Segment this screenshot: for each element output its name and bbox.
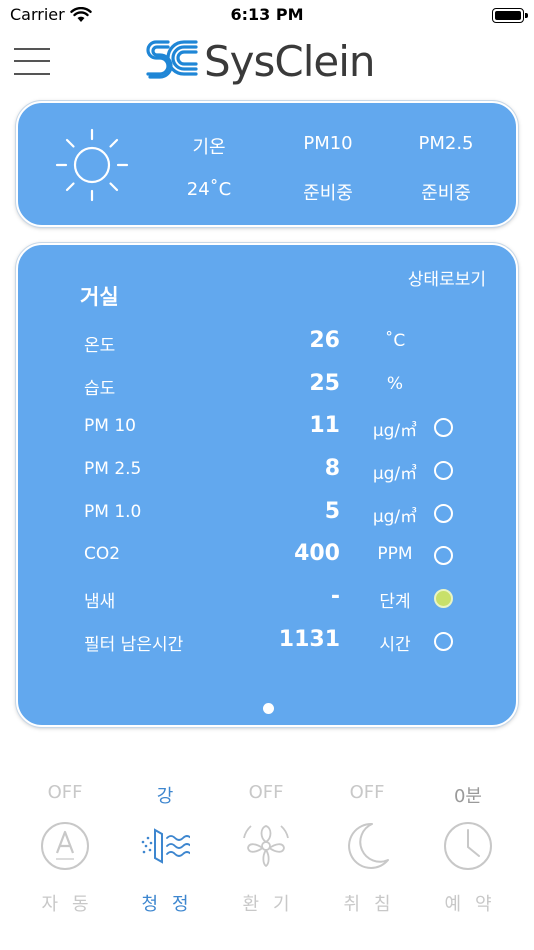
sleep-state: OFF: [349, 782, 385, 803]
row-unit: μg/㎥: [372, 464, 418, 484]
row-value: 8: [324, 456, 340, 481]
row-value: 25: [309, 371, 340, 396]
logo-mark-icon: [146, 40, 198, 79]
page-indicator-dot[interactable]: [263, 703, 274, 714]
row-label: 필터 남은시간: [84, 635, 184, 655]
row-label: CO2: [84, 544, 121, 564]
pm10-status-indicator: [434, 418, 453, 437]
row-value: 5: [324, 499, 340, 524]
status-view-link[interactable]: 상태로보기: [408, 265, 486, 290]
status-bar: Carrier 6:13 PM: [0, 0, 534, 32]
purify-icon: [141, 828, 190, 864]
fan-icon: [243, 825, 289, 867]
purify-button[interactable]: 강 청정: [115, 778, 215, 918]
reservation-button[interactable]: 0분 예약: [418, 778, 518, 918]
ventilation-button[interactable]: OFF 환기: [216, 778, 316, 918]
row-label: 냄새: [84, 592, 116, 612]
row-value: 1131: [278, 627, 340, 652]
row-unit: μg/㎥: [372, 421, 418, 441]
row-value: 11: [309, 413, 340, 438]
row-unit: μg/㎥: [372, 507, 418, 527]
menu-icon: [14, 48, 50, 50]
co2-status-indicator: [434, 546, 453, 565]
pm1-status-indicator: [434, 504, 453, 523]
row-unit: 단계: [379, 592, 411, 612]
row-filter-remaining: 필터 남은시간 1131 시간: [18, 626, 520, 656]
sleep-button[interactable]: OFF 취침: [317, 778, 417, 918]
sun-icon: [55, 128, 129, 202]
clock-icon: [444, 822, 492, 870]
row-unit: PPM: [377, 544, 413, 564]
row-value: -: [330, 584, 340, 609]
purify-state: 강: [156, 786, 174, 807]
auto-mode-button[interactable]: OFF 자동: [15, 778, 115, 918]
row-humidity: 습도 25 %: [18, 370, 520, 400]
app-logo: SysClein: [146, 36, 396, 86]
room-title: 거실: [80, 285, 119, 309]
row-label: PM 1.0: [84, 502, 142, 522]
auto-mode-icon: [41, 822, 89, 870]
filter-status-indicator: [434, 632, 453, 651]
row-unit: %: [386, 374, 404, 394]
weather-temp-value: 24˚C: [186, 179, 232, 200]
row-unit: 시간: [379, 635, 411, 655]
purify-label: 청정: [141, 894, 203, 915]
menu-button[interactable]: [14, 46, 50, 76]
logo-text: SysClein: [204, 37, 376, 86]
row-temperature: 온도 26 ˚C: [18, 327, 520, 357]
row-co2: CO2 400 PPM: [18, 540, 520, 570]
auto-mode-state: OFF: [47, 782, 83, 803]
row-unit: ˚C: [384, 331, 406, 351]
ventilation-state: OFF: [248, 782, 284, 803]
weather-pm10-value: 준비중: [303, 183, 353, 204]
room-status-card[interactable]: 상태로보기 거실 온도 26 ˚C 습도 25 % PM 10 11 μg/㎥ …: [16, 243, 518, 727]
sleep-label: 취침: [343, 894, 405, 915]
auto-mode-label: 자동: [41, 894, 103, 915]
weather-pm10-label: PM10: [303, 133, 353, 154]
moon-icon: [348, 822, 389, 869]
status-time: 6:13 PM: [230, 5, 304, 24]
weather-card: 기온 24˚C PM10 준비중 PM2.5 준비중: [16, 101, 518, 227]
row-pm25: PM 2.5 8 μg/㎥: [18, 455, 520, 485]
row-odor: 냄새 - 단계: [18, 583, 520, 613]
row-label: 습도: [84, 379, 116, 399]
row-label: PM 10: [84, 416, 136, 436]
pm25-status-indicator: [434, 461, 453, 480]
reservation-state: 0분: [453, 786, 482, 807]
ventilation-label: 환기: [242, 894, 304, 915]
weather-pm25-label: PM2.5: [418, 133, 474, 154]
row-label: PM 2.5: [84, 459, 142, 479]
odor-status-indicator: [434, 589, 453, 608]
battery-icon: [492, 8, 528, 23]
row-label: 온도: [84, 336, 116, 356]
reservation-label: 예약: [444, 894, 506, 915]
row-value: 400: [294, 541, 340, 566]
row-pm1: PM 1.0 5 μg/㎥: [18, 498, 520, 528]
weather-pm25-value: 준비중: [421, 183, 471, 204]
weather-temp-label: 기온: [192, 137, 226, 158]
row-value: 26: [309, 328, 340, 353]
row-pm10: PM 10 11 μg/㎥: [18, 412, 520, 442]
